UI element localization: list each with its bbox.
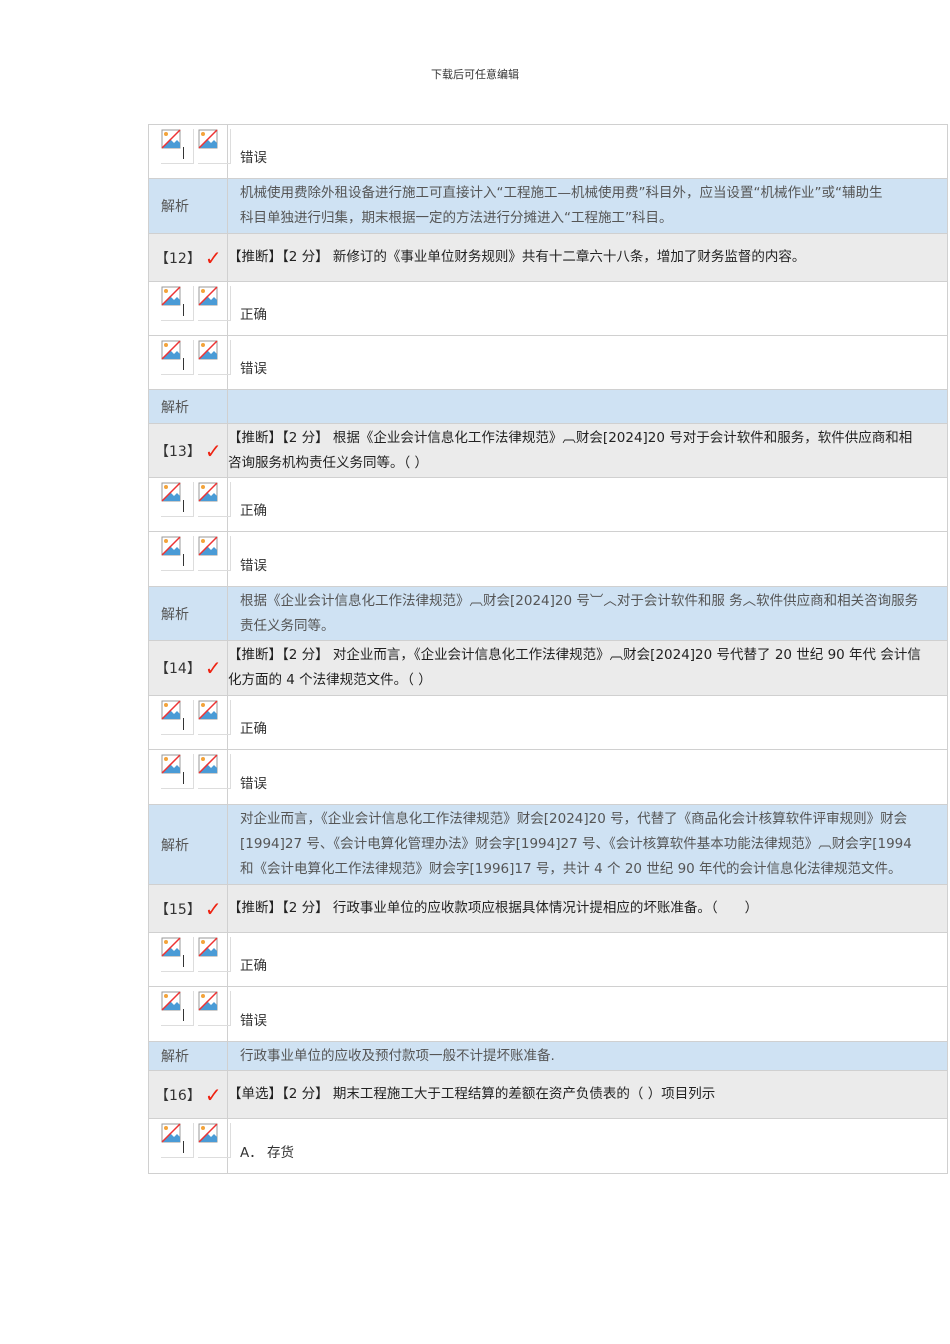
option-row[interactable]: A． 存货: [148, 1119, 947, 1174]
option-text: 错误: [240, 150, 267, 166]
option-text: 正确: [240, 503, 267, 519]
analysis-text: 机械使用费除外租设备进行施工可直接计入“工程施工—机械使用费”科目外，应当设置“…: [240, 185, 883, 226]
broken-image-icon: [161, 937, 194, 972]
broken-image-icon: [198, 536, 231, 571]
question-text: 【单选】【2 分】 期末工程施工大于工程结算的差额在资产负债表的（ ）项目列示: [228, 1086, 716, 1102]
question-number: 【12】: [155, 250, 201, 267]
option-row[interactable]: 错误: [148, 125, 947, 179]
broken-image-icon: [198, 700, 231, 735]
check-icon: ✓: [204, 438, 222, 463]
option-row[interactable]: 正确: [148, 696, 947, 750]
broken-image-icon: [198, 286, 231, 321]
question-row: 【15】 ✓ 【推断】【2 分】 行政事业单位的应收款项应根据具体情况计提相应的坏账…: [148, 885, 947, 933]
question-number: 【13】: [155, 443, 201, 460]
analysis-text: 行政事业单位的应收及预付款项一般不计提坏账准备.: [240, 1047, 555, 1064]
quiz-table: 错误 解析 机械使用费除外租设备进行施工可直接计入“工程施工—机械使用费”科目外，应…: [148, 124, 948, 1174]
broken-image-icon: [198, 754, 231, 789]
text-cursor: [183, 358, 184, 370]
broken-image-icon: [198, 937, 231, 972]
text-cursor: [183, 1009, 184, 1021]
broken-image-icon: [161, 754, 194, 789]
broken-image-icon: [198, 340, 231, 375]
analysis-row: 解析 行政事业单位的应收及预付款项一般不计提坏账准备.: [148, 1042, 947, 1071]
option-row[interactable]: 错误: [148, 987, 947, 1042]
option-text: A． 存货: [240, 1144, 295, 1161]
broken-image-icon: [161, 536, 194, 571]
text-cursor: [183, 500, 184, 512]
broken-image-icon: [161, 991, 194, 1026]
text-cursor: [183, 554, 184, 566]
analysis-row: 解析 对企业而言，《企业会计信息化工作法律规范》财会[2024]20 号，代替了《…: [148, 805, 947, 885]
option-row[interactable]: 错误: [148, 336, 947, 390]
broken-image-icon: [198, 991, 231, 1026]
option-selector[interactable]: [148, 696, 231, 749]
option-row[interactable]: 正确: [148, 933, 947, 987]
option-text: 错误: [240, 775, 267, 792]
broken-image-icon: [161, 1123, 194, 1158]
question-number: 【15】: [155, 901, 201, 918]
question-number: 【14】: [155, 661, 201, 677]
check-icon: ✓: [204, 896, 222, 921]
text-cursor: [183, 147, 184, 159]
analysis-text: 根据《企业会计信息化工作法律规范》︹财会[2024]20 号︺︿对于会计软件和服…: [240, 592, 919, 634]
broken-image-icon: [198, 482, 231, 517]
question-row: 【16】 ✓ 【单选】【2 分】 期末工程施工大于工程结算的差额在资产负债表的（ ）…: [148, 1071, 947, 1119]
analysis-row: 解析: [148, 390, 947, 424]
broken-image-icon: [161, 482, 194, 517]
option-selector[interactable]: [148, 336, 231, 389]
option-text: 正确: [240, 721, 267, 737]
option-text: 错误: [240, 1012, 267, 1029]
page-header-note: 下载后可任意编辑: [431, 68, 519, 81]
analysis-label: 解析: [148, 390, 228, 423]
analysis-label: 解析: [148, 1042, 228, 1070]
question-row: 【14】 ✓ 【推断】【2 分】 对企业而言，《企业会计信息化工作法律规范》︹财会[…: [148, 641, 947, 696]
question-row: 【12】 ✓ 【推断】【2 分】 新修订的《事业单位财务规则》共有十二章六十八条，增…: [148, 234, 947, 282]
broken-image-icon: [161, 286, 194, 321]
question-row: 【13】 ✓ 【推断】【2 分】 根据《企业会计信息化工作法律规范》︹财会[2024…: [148, 424, 947, 478]
analysis-label: 解析: [148, 587, 228, 640]
check-icon: ✓: [204, 656, 222, 680]
analysis-text: 对企业而言，《企业会计信息化工作法律规范》财会[2024]20 号，代替了《商品…: [240, 811, 912, 877]
option-selector[interactable]: [148, 933, 231, 986]
option-selector[interactable]: [148, 125, 231, 178]
option-row[interactable]: 错误: [148, 532, 947, 587]
check-icon: ✓: [204, 1082, 222, 1107]
text-cursor: [183, 304, 184, 316]
option-text: 错误: [240, 557, 267, 574]
option-selector[interactable]: [148, 478, 231, 531]
option-selector[interactable]: [148, 1119, 231, 1173]
text-cursor: [183, 772, 184, 784]
text-cursor: [183, 718, 184, 730]
analysis-label: 解析: [148, 179, 228, 233]
analysis-text: [228, 390, 947, 423]
question-text: 【推断】【2 分】 新修订的《事业单位财务规则》共有十二章六十八条，增加了财务监…: [228, 249, 806, 265]
check-icon: ✓: [204, 245, 222, 270]
option-text: 正确: [240, 958, 267, 974]
question-text: 【推断】【2 分】 行政事业单位的应收款项应根据具体情况计提相应的坏账准备。（ …: [228, 900, 759, 916]
question-number: 【16】: [155, 1087, 201, 1104]
option-row[interactable]: 正确: [148, 282, 947, 336]
option-row[interactable]: 错误: [148, 750, 947, 805]
option-selector[interactable]: [148, 282, 231, 335]
option-selector[interactable]: [148, 987, 231, 1041]
broken-image-icon: [198, 129, 231, 164]
broken-image-icon: [161, 700, 194, 735]
option-text: 错误: [240, 361, 267, 377]
broken-image-icon: [161, 340, 194, 375]
text-cursor: [183, 1141, 184, 1153]
broken-image-icon: [198, 1123, 231, 1158]
option-text: 正确: [240, 307, 267, 323]
option-selector[interactable]: [148, 532, 231, 586]
broken-image-icon: [161, 129, 194, 164]
text-cursor: [183, 955, 184, 967]
question-text: 【推断】【2 分】 对企业而言，《企业会计信息化工作法律规范》︹财会[2024]…: [228, 647, 921, 688]
analysis-label: 解析: [148, 805, 228, 884]
analysis-row: 解析 机械使用费除外租设备进行施工可直接计入“工程施工—机械使用费”科目外，应当设…: [148, 179, 947, 234]
question-text: 【推断】【2 分】 根据《企业会计信息化工作法律规范》︹财会[2024]20 号…: [228, 429, 913, 471]
option-selector[interactable]: [148, 750, 231, 804]
option-row[interactable]: 正确: [148, 478, 947, 532]
analysis-row: 解析 根据《企业会计信息化工作法律规范》︹财会[2024]20 号︺︿对于会计软件…: [148, 587, 947, 641]
